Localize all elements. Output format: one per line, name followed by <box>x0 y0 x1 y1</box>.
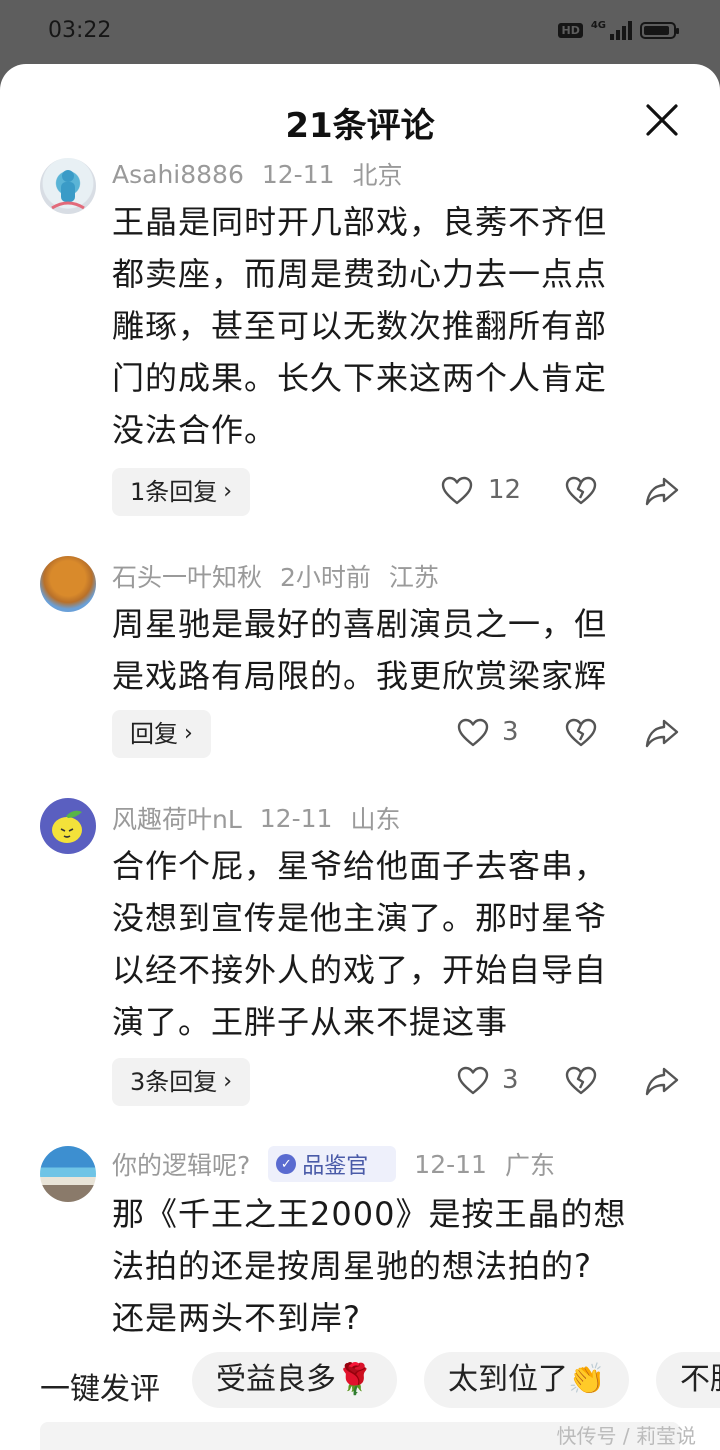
comment-location: 江苏 <box>388 563 439 592</box>
like-count: 3 <box>502 717 519 747</box>
watermark: 快传号 / 莉莹说 <box>556 1424 696 1448</box>
dislike-icon[interactable] <box>564 716 598 750</box>
quick-comment-label: 一键发评 <box>40 1372 160 1407</box>
sheet-title: 21条评论 <box>285 106 435 146</box>
comment-date: 2小时前 <box>280 563 371 592</box>
view-replies-button[interactable]: 1条回复 › <box>112 468 251 516</box>
comment-line: 没法合作。 <box>112 411 278 449</box>
battery-icon <box>640 21 679 39</box>
comment-location: 广东 <box>504 1151 555 1180</box>
reply-label: 1条回复 <box>130 478 218 506</box>
comment-meta: 风趣荷叶nL 12-11 山东 <box>112 800 418 836</box>
comment-meta: 石头一叶知秋 2小时前 江苏 <box>112 558 457 594</box>
username[interactable]: 石头一叶知秋 <box>112 558 262 594</box>
comment-line: 门的成果。长久下来这两个人肯定 <box>112 359 608 397</box>
username[interactable]: Asahi8886 <box>112 160 244 189</box>
hd-icon: HD <box>558 22 583 38</box>
comment-sheet: 21条评论 Asahi8886 12-11 北京 王晶是同时开几部戏，良莠不齐但… <box>0 64 720 1450</box>
quick-comment-chip[interactable]: 不胜 <box>656 1352 720 1408</box>
comment-line: 演了。王胖子从来不提这事 <box>112 1003 509 1041</box>
comment-line: 雕琢，甚至可以无数次推翻所有部 <box>112 307 608 345</box>
comment-actions: 3 <box>440 1058 690 1106</box>
comment-line: 还是两头不到岸? <box>112 1299 361 1337</box>
comment-text[interactable]: 合作个屁，星爷给他面子去客串， 没想到宣传是他主演了。那时星爷 以经不接外人的戏… <box>112 840 672 1048</box>
avatar[interactable] <box>40 158 96 214</box>
comment-line: 以经不接外人的戏了，开始自导自 <box>112 951 608 989</box>
comment-actions: 3 <box>440 710 690 758</box>
network-type: 4G <box>590 20 606 31</box>
share-icon[interactable] <box>644 1064 680 1098</box>
expert-badge: ✓ 品鉴官 <box>268 1146 397 1182</box>
avatar[interactable] <box>40 556 96 612</box>
avatar[interactable] <box>40 1146 96 1202</box>
quick-comment-chip[interactable]: 太到位了👏 <box>424 1352 630 1408</box>
chevron-right-icon: › <box>223 1069 233 1094</box>
comment-line: 没想到宣传是他主演了。那时星爷 <box>112 899 608 937</box>
like-icon[interactable] <box>456 716 490 750</box>
like-count: 3 <box>502 1065 519 1095</box>
reply-button[interactable]: 回复 › <box>112 710 211 758</box>
status-time: 03:22 <box>48 18 112 43</box>
check-icon: ✓ <box>276 1154 297 1174</box>
comment-text[interactable]: 周星驰是最好的喜剧演员之一，但 是戏路有局限的。我更欣赏梁家辉 <box>112 598 672 702</box>
chevron-right-icon: › <box>223 479 233 504</box>
comment-text[interactable]: 那《千王之王2000》是按王晶的想 法拍的还是按周星驰的想法拍的? 还是两头不到… <box>112 1188 672 1344</box>
comment-line: 法拍的还是按周星驰的想法拍的? <box>112 1247 592 1285</box>
avatar[interactable] <box>40 798 96 854</box>
comment-location: 山东 <box>350 805 401 834</box>
view-replies-button[interactable]: 3条回复 › <box>112 1058 251 1106</box>
status-bar: 03:22 HD 4G <box>0 0 720 64</box>
like-icon[interactable] <box>440 474 474 508</box>
reply-label: 回复 <box>130 720 178 748</box>
comment-date: 12-11 <box>261 159 335 189</box>
comment-date: 12-11 <box>259 803 333 833</box>
comment-date: 12-11 <box>414 1149 487 1179</box>
close-icon[interactable] <box>644 102 680 138</box>
comment-line: 合作个屁，星爷给他面子去客串， <box>112 847 608 885</box>
comment-meta: 你的逻辑呢? ✓ 品鉴官 12-11 广东 <box>112 1146 573 1182</box>
share-icon[interactable] <box>644 474 680 508</box>
chevron-right-icon: › <box>184 721 193 746</box>
username[interactable]: 你的逻辑呢? <box>112 1146 250 1182</box>
status-icons: HD 4G <box>558 20 679 40</box>
share-icon[interactable] <box>644 716 680 750</box>
like-icon[interactable] <box>456 1064 490 1098</box>
dislike-icon[interactable] <box>564 474 598 508</box>
comment-meta: Asahi8886 12-11 北京 <box>112 156 421 192</box>
comment-line: 那《千王之王2000》是按王晶的想 <box>112 1195 627 1233</box>
like-count: 12 <box>488 475 522 505</box>
comment-text[interactable]: 王晶是同时开几部戏，良莠不齐但 都卖座，而周是费劲心力去一点点 雕琢，甚至可以无… <box>112 196 672 456</box>
comment-line: 周星驰是最好的喜剧演员之一，但 <box>112 605 608 643</box>
reply-label: 3条回复 <box>130 1068 218 1096</box>
quick-comment-bar: 一键发评 受益良多🌹 太到位了👏 不胜 <box>0 1352 720 1412</box>
comment-location: 北京 <box>352 161 403 190</box>
comment-line: 都卖座，而周是费劲心力去一点点 <box>112 255 608 293</box>
badge-label: 品鉴官 <box>302 1154 369 1179</box>
comment-line: 王晶是同时开几部戏，良莠不齐但 <box>112 203 608 241</box>
signal-icon <box>610 20 632 40</box>
quick-comment-chip[interactable]: 受益良多🌹 <box>192 1352 398 1408</box>
comment-actions: 12 <box>440 468 690 516</box>
dislike-icon[interactable] <box>564 1064 598 1098</box>
comment-line: 是戏路有局限的。我更欣赏梁家辉 <box>112 657 608 695</box>
username[interactable]: 风趣荷叶nL <box>112 800 242 836</box>
